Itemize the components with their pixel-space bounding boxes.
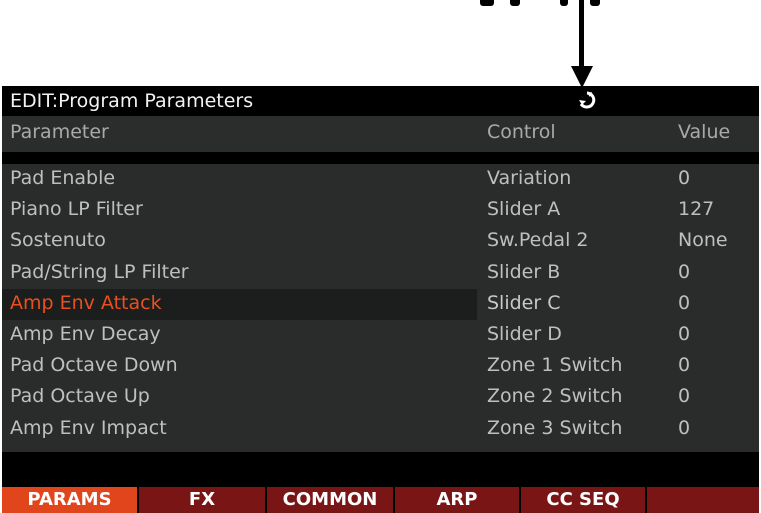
- control-name: Variation: [487, 167, 572, 189]
- column-header-control: Control: [487, 121, 556, 143]
- tab-cc-seq[interactable]: CC SEQ: [521, 487, 645, 513]
- parameter-value: 0: [678, 260, 691, 283]
- page-title: EDIT:Program Parameters: [10, 90, 254, 112]
- parameter-value: None: [678, 229, 728, 252]
- tab-common[interactable]: COMMON: [267, 487, 393, 513]
- footer-spacer: [2, 452, 759, 484]
- table-row[interactable]: Sostenuto Sw.Pedal 2 None: [2, 226, 759, 257]
- table-row[interactable]: Pad/String LP Filter Slider B 0: [2, 258, 759, 289]
- cropped-marks: [440, 0, 600, 6]
- control-name: Zone 2 Switch: [487, 385, 623, 408]
- parameter-name: Pad Octave Up: [10, 385, 150, 408]
- parameter-list: Pad Enable Variation 0 Piano LP Filter S…: [2, 164, 759, 445]
- arrow-down-icon: [579, 0, 584, 70]
- parameter-name: Piano LP Filter: [10, 198, 143, 221]
- sync-icon[interactable]: [578, 91, 596, 111]
- parameter-value: 0: [678, 291, 691, 314]
- control-name: Zone 3 Switch: [487, 416, 623, 439]
- parameter-value: 127: [678, 198, 715, 221]
- control-name: Sw.Pedal 2: [487, 229, 589, 252]
- column-header-row: Parameter Control Value: [2, 116, 759, 152]
- parameter-value: 0: [678, 322, 691, 345]
- control-name: Slider A: [487, 198, 561, 221]
- table-row[interactable]: Pad Octave Up Zone 2 Switch 0: [2, 382, 759, 413]
- parameter-name: Pad Octave Down: [10, 354, 178, 377]
- column-header-value: Value: [678, 121, 731, 143]
- parameter-value: 0: [678, 354, 691, 377]
- title-bar: EDIT:Program Parameters: [2, 86, 759, 116]
- parameter-name: Amp Env Attack: [10, 291, 162, 314]
- control-name: Slider C: [487, 291, 561, 314]
- soft-button-bar: PARAMS FX COMMON ARP CC SEQ: [2, 484, 759, 513]
- parameter-value: 0: [678, 167, 691, 189]
- tab-empty[interactable]: [647, 487, 759, 513]
- column-header-parameter: Parameter: [10, 121, 109, 143]
- table-row-selected[interactable]: Amp Env Attack Slider C 0: [2, 288, 759, 320]
- parameter-name: Amp Env Impact: [10, 416, 167, 439]
- table-row[interactable]: Amp Env Impact Zone 3 Switch 0: [2, 414, 759, 445]
- header-divider: [2, 152, 759, 164]
- tab-arp[interactable]: ARP: [395, 487, 519, 513]
- control-name: Slider B: [487, 260, 561, 283]
- table-row[interactable]: Pad Octave Down Zone 1 Switch 0: [2, 351, 759, 382]
- parameter-name: Pad/String LP Filter: [10, 260, 189, 283]
- arrow-head: [571, 66, 593, 88]
- parameter-value: 0: [678, 416, 691, 439]
- control-name: Slider D: [487, 322, 562, 345]
- parameter-name: Amp Env Decay: [10, 322, 161, 345]
- table-row[interactable]: Piano LP Filter Slider A 127: [2, 195, 759, 226]
- parameter-name: Pad Enable: [10, 167, 116, 189]
- table-row[interactable]: Amp Env Decay Slider D 0: [2, 320, 759, 351]
- tab-params[interactable]: PARAMS: [2, 487, 137, 513]
- table-row[interactable]: Pad Enable Variation 0: [2, 164, 759, 195]
- parameter-name: Sostenuto: [10, 229, 106, 252]
- lcd-screen: EDIT:Program Parameters Parameter Contro…: [2, 86, 759, 513]
- tab-fx[interactable]: FX: [139, 487, 265, 513]
- parameter-value: 0: [678, 385, 691, 408]
- control-name: Zone 1 Switch: [487, 354, 623, 377]
